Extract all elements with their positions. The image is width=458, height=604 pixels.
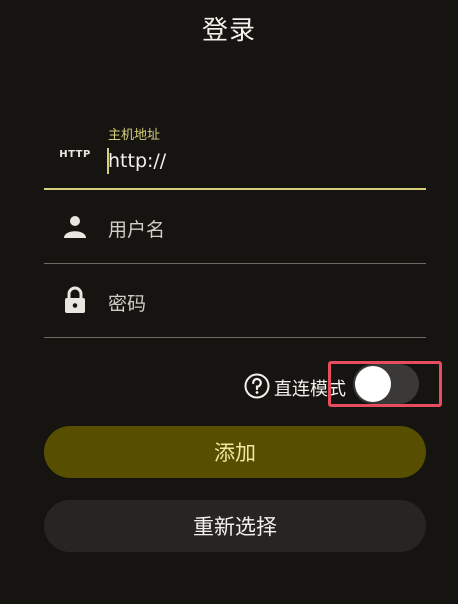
username-field[interactable]: 用户名 — [44, 190, 426, 264]
highlight-box — [328, 361, 442, 407]
lock-icon — [65, 286, 85, 313]
password-field[interactable]: 密码 — [44, 264, 426, 338]
reselect-button[interactable]: 重新选择 — [44, 500, 426, 552]
host-label: 主机地址 — [108, 128, 161, 143]
page-title: 登录 — [201, 16, 256, 46]
add-button[interactable]: 添加 — [44, 426, 426, 478]
question-circle-icon[interactable] — [244, 373, 270, 399]
http-tag: HTTP — [59, 148, 91, 160]
password-input[interactable]: 密码 — [108, 289, 146, 316]
username-input[interactable]: 用户名 — [108, 215, 165, 242]
person-icon — [64, 216, 86, 238]
host-field[interactable]: HTTP 主机地址 — [44, 118, 426, 190]
host-input[interactable] — [108, 150, 408, 172]
